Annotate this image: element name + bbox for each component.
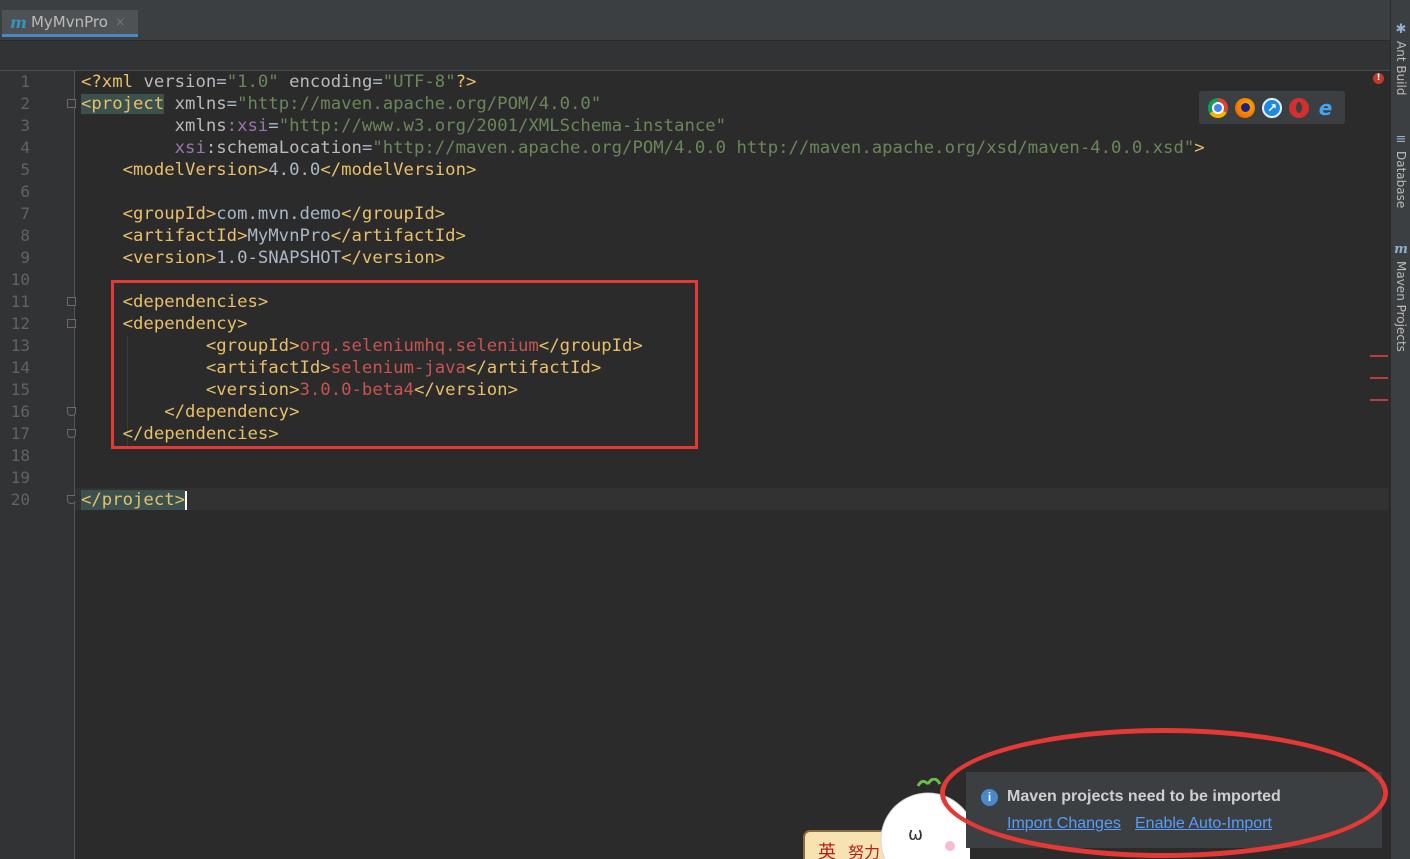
line-number: 2 <box>20 94 30 113</box>
code-line-8: <artifactId>MyMvnPro</artifactId> <box>81 226 466 246</box>
fold-marker[interactable] <box>67 319 76 328</box>
code-line-7: <groupId>com.mvn.demo</groupId> <box>81 204 446 224</box>
sticker-text: 英 <box>818 842 836 859</box>
sticker-text: 努力 <box>848 843 880 859</box>
maven-projects-tab[interactable]: m Maven Projects <box>1391 242 1410 352</box>
line-number: 18 <box>10 446 30 465</box>
text-caret <box>185 490 188 510</box>
line-number: 17 <box>10 424 30 443</box>
fold-marker[interactable] <box>67 429 76 438</box>
error-stripe-mark[interactable] <box>1370 399 1388 401</box>
line-number: 11 <box>10 292 30 311</box>
ant-icon: ✱ <box>1395 22 1407 37</box>
database-icon: ≡ <box>1395 132 1407 147</box>
line-number: 20 <box>10 490 30 509</box>
line-number: 3 <box>20 116 30 135</box>
error-stripe-icon[interactable]: ! <box>1373 73 1384 84</box>
fold-marker[interactable] <box>67 99 76 108</box>
database-tab[interactable]: ≡ Database <box>1391 132 1410 208</box>
line-number: 9 <box>20 248 30 267</box>
error-stripe-mark[interactable] <box>1370 377 1388 379</box>
line-number: 13 <box>10 336 30 355</box>
close-icon[interactable]: × <box>115 15 126 30</box>
sticker-face: ω <box>908 824 923 845</box>
line-number: 14 <box>10 358 30 377</box>
tab-mymvnpro[interactable]: m MyMvnPro × <box>2 10 138 37</box>
line-number: 8 <box>20 226 30 245</box>
code-line-2: <project xmlns="http://maven.apache.org/… <box>81 94 602 114</box>
breadcrumb-bar <box>0 41 1390 71</box>
line-number: 16 <box>10 402 30 421</box>
code-line-1: <?xml version="1.0" encoding="UTF-8"?> <box>81 72 477 92</box>
line-number: 6 <box>20 182 30 201</box>
annotation-ellipse <box>940 728 1388 858</box>
line-number-gutter: 1 2 3 4 5 6 7 8 9 10 11 12 13 14 15 16 1… <box>0 71 76 859</box>
editor-tab-bar: m MyMvnPro × <box>0 0 1390 41</box>
safari-icon[interactable]: ↗ <box>1261 97 1282 118</box>
line-number: 1 <box>20 72 30 91</box>
chrome-icon[interactable] <box>1208 97 1229 118</box>
opera-icon[interactable] <box>1288 97 1309 118</box>
right-toolwindow-strip: ✱ Ant Build ≡ Database m Maven Projects <box>1390 0 1410 859</box>
maven-icon: m <box>1394 242 1408 257</box>
line-number: 5 <box>20 160 30 179</box>
code-line-4: xsi:schemaLocation="http://maven.apache.… <box>81 138 1205 158</box>
browser-popup: ↗ e <box>1199 91 1345 124</box>
firefox-icon[interactable] <box>1235 97 1256 118</box>
line-number: 7 <box>20 204 30 223</box>
code-line-5: <modelVersion>4.0.0</modelVersion> <box>81 160 477 180</box>
ie-icon[interactable]: e <box>1316 96 1336 120</box>
tab-label: MyMvnPro <box>30 13 108 31</box>
line-number: 4 <box>20 138 30 157</box>
line-number: 12 <box>10 314 30 333</box>
line-number: 19 <box>10 468 30 487</box>
current-line-highlight <box>75 488 1388 510</box>
annotation-highlight-box <box>111 280 698 449</box>
line-number: 15 <box>10 380 30 399</box>
maven-icon: m <box>10 12 27 32</box>
line-number: 10 <box>10 270 30 289</box>
ant-build-tab[interactable]: ✱ Ant Build <box>1391 22 1410 95</box>
code-line-3: xmlns:xsi="http://www.w3.org/2001/XMLSch… <box>81 116 727 136</box>
fold-marker[interactable] <box>67 407 76 416</box>
error-stripe-mark[interactable] <box>1370 355 1388 357</box>
code-line-9: <version>1.0-SNAPSHOT</version> <box>81 248 446 268</box>
code-line-20: </project> <box>81 490 188 510</box>
fold-marker[interactable] <box>67 297 76 306</box>
